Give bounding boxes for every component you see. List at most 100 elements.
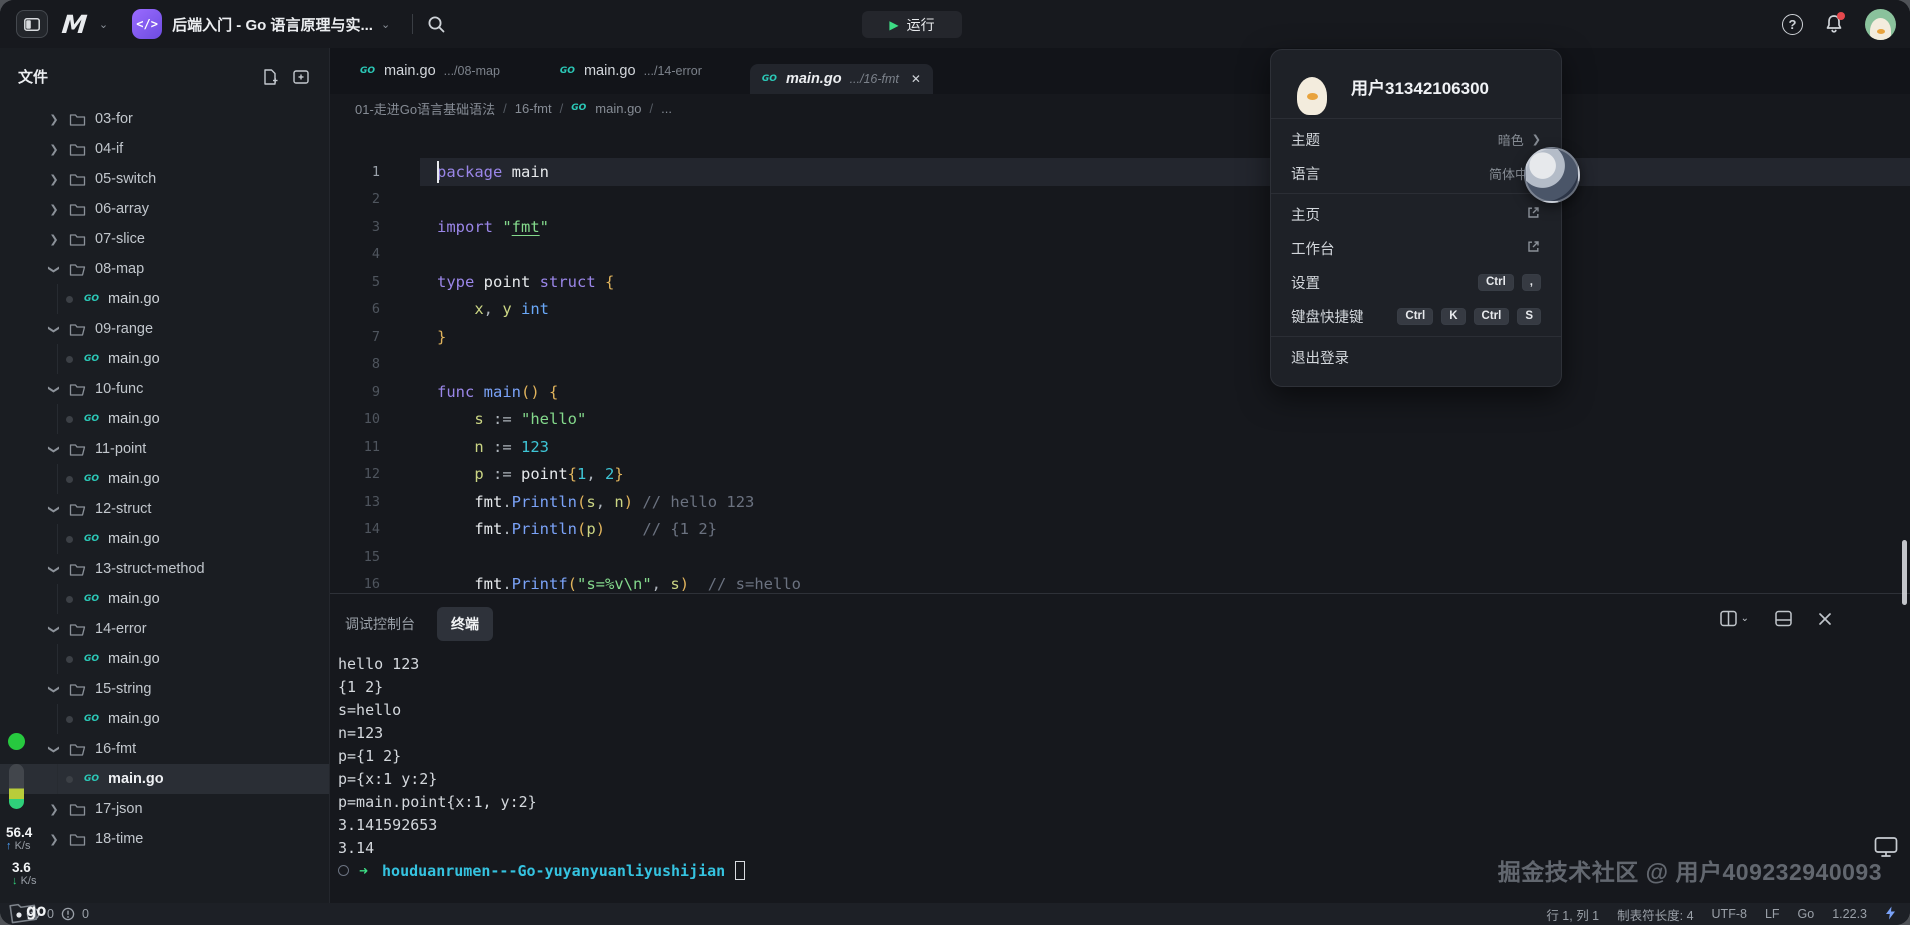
status-item[interactable]: LF (1765, 907, 1780, 921)
marscode-logo[interactable]: M (60, 10, 86, 39)
code-token: Printf (512, 575, 568, 593)
chevron-right-icon[interactable]: ❯ (48, 501, 61, 517)
chevron-right-icon[interactable]: ❯ (48, 381, 61, 397)
chevron-right-icon[interactable]: ❯ (46, 113, 62, 126)
menu-item-语言[interactable]: 语言简体中文 (1271, 156, 1561, 190)
code-token: int (521, 300, 549, 318)
code-editor[interactable]: 1package main23import "fmt"45type point … (330, 122, 1910, 593)
status-item[interactable]: 行 1, 列 1 (1546, 905, 1599, 924)
tree-item-16-fmt[interactable]: ❯16-fmt (0, 734, 329, 764)
scrollbar-thumb[interactable] (1902, 540, 1907, 605)
code-token (437, 465, 474, 483)
chevron-right-icon[interactable]: ❯ (48, 681, 61, 697)
sidebar-toggle-button[interactable] (16, 10, 48, 38)
menu-item-主页[interactable]: 主页 (1271, 197, 1561, 231)
tree-item-main.go[interactable]: GOmain.go (0, 284, 329, 314)
tree-item-15-string[interactable]: ❯15-string (0, 674, 329, 704)
breadcrumb-item[interactable]: GOmain.go (571, 101, 641, 116)
menu-item-主题[interactable]: 主题暗色❯ (1271, 122, 1561, 156)
chevron-down-icon[interactable]: ⌄ (99, 18, 108, 31)
tree-item-main.go[interactable]: GOmain.go (0, 764, 329, 794)
external-link-icon (1526, 205, 1541, 220)
terminal-output[interactable]: hello 123{1 2}s=hellon=123p={1 2}p={x:1 … (338, 648, 1910, 882)
chevron-right-icon[interactable]: ❯ (48, 741, 61, 757)
chevron-right-icon[interactable]: ❯ (48, 321, 61, 337)
monitor-button[interactable] (1872, 833, 1900, 861)
assistant-ball[interactable] (1524, 147, 1580, 203)
tree-item-05-switch[interactable]: ❯05-switch (0, 164, 329, 194)
search-icon[interactable] (427, 15, 446, 34)
warnings-icon[interactable] (61, 907, 75, 921)
code-token: Println (512, 520, 577, 538)
shortcut-key: K (1441, 308, 1465, 325)
tree-item-12-struct[interactable]: ❯12-struct (0, 494, 329, 524)
user-avatar[interactable] (1865, 9, 1896, 40)
chevron-down-icon[interactable]: ⌄ (381, 18, 390, 31)
chevron-right-icon[interactable]: ❯ (46, 203, 62, 216)
panel-layout-icon[interactable] (1775, 610, 1792, 627)
project-title[interactable]: 后端入门 - Go 语言原理与实... (172, 14, 373, 35)
status-item[interactable]: 1.22.3 (1832, 907, 1867, 921)
tree-item-17-json[interactable]: ❯17-json (0, 794, 329, 824)
tree-item-03-for[interactable]: ❯03-for (0, 104, 329, 134)
chevron-right-icon[interactable]: ❯ (48, 261, 61, 277)
status-item[interactable]: UTF-8 (1712, 907, 1747, 921)
tree-item-main.go[interactable]: GOmain.go (0, 464, 329, 494)
breadcrumb-item[interactable]: ... (661, 101, 672, 116)
breadcrumb-item[interactable]: 01-走进Go语言基础语法 (355, 99, 495, 118)
lightning-icon[interactable] (1885, 906, 1896, 923)
chevron-right-icon[interactable]: ❯ (48, 561, 61, 577)
split-terminal-button[interactable]: ⌄ (1720, 610, 1749, 627)
chevron-right-icon[interactable]: ❯ (46, 173, 62, 186)
code-line: 2 (330, 186, 1910, 214)
menu-item-退出登录[interactable]: 退出登录 (1271, 340, 1561, 374)
menu-item-工作台[interactable]: 工作台 (1271, 231, 1561, 265)
chevron-right-icon[interactable]: ❯ (46, 803, 62, 816)
line-content: func main() { (420, 378, 1910, 406)
status-item[interactable]: Go (1798, 907, 1815, 921)
tree-item-08-map[interactable]: ❯08-map (0, 254, 329, 284)
editor-tab[interactable]: GOmain.go.../16-fmt✕ (750, 64, 933, 94)
run-button[interactable]: ▶ 运行 (862, 11, 962, 38)
tab-debug-console[interactable]: 调试控制台 (345, 614, 415, 634)
tree-item-11-point[interactable]: ❯11-point (0, 434, 329, 464)
chevron-right-icon[interactable]: ❯ (48, 441, 61, 457)
editor-tab[interactable]: GOmain.go.../08-map (348, 48, 548, 94)
tab-terminal[interactable]: 终端 (437, 607, 493, 641)
tree-item-14-error[interactable]: ❯14-error (0, 614, 329, 644)
warnings-count[interactable]: 0 (82, 907, 89, 921)
tab-filename: main.go (786, 71, 842, 87)
tree-item-label: 13-struct-method (95, 561, 205, 577)
errors-count[interactable]: 0 (47, 907, 54, 921)
menu-section: 退出登录 (1271, 337, 1561, 377)
notifications-button[interactable] (1823, 13, 1845, 35)
tree-item-10-func[interactable]: ❯10-func (0, 374, 329, 404)
tree-item-09-range[interactable]: ❯09-range (0, 314, 329, 344)
tree-item-main.go[interactable]: GOmain.go (0, 524, 329, 554)
menu-item-设置[interactable]: 设置Ctrl, (1271, 265, 1561, 299)
help-icon[interactable]: ? (1782, 14, 1803, 35)
chevron-right-icon[interactable]: ❯ (46, 143, 62, 156)
new-file-icon[interactable] (261, 68, 279, 86)
close-panel-icon[interactable] (1818, 612, 1832, 626)
tree-item-main.go[interactable]: GOmain.go (0, 404, 329, 434)
editor-tab[interactable]: GOmain.go.../14-error (548, 48, 750, 94)
shortcut-key: , (1522, 274, 1541, 291)
menu-item-right: 暗色❯ (1498, 130, 1541, 149)
tree-item-main.go[interactable]: GOmain.go (0, 584, 329, 614)
new-folder-icon[interactable] (292, 68, 311, 86)
tab-close-icon[interactable]: ✕ (911, 72, 921, 86)
tree-item-13-struct-method[interactable]: ❯ 13-struct-method (0, 554, 329, 584)
tree-item-04-if[interactable]: ❯04-if (0, 134, 329, 164)
tree-item-07-slice[interactable]: ❯07-slice (0, 224, 329, 254)
chevron-right-icon[interactable]: ❯ (48, 621, 61, 637)
status-item[interactable]: 制表符长度: 4 (1617, 905, 1693, 924)
tree-item-06-array[interactable]: ❯06-array (0, 194, 329, 224)
tree-item-main.go[interactable]: GOmain.go (0, 344, 329, 374)
chevron-right-icon[interactable]: ❯ (46, 233, 62, 246)
tree-item-main.go[interactable]: GOmain.go (0, 644, 329, 674)
menu-item-键盘快捷键[interactable]: 键盘快捷键CtrlKCtrlS (1271, 299, 1561, 333)
terminal-cursor[interactable] (735, 861, 745, 880)
tree-item-main.go[interactable]: GOmain.go (0, 704, 329, 734)
breadcrumb-item[interactable]: 16-fmt (515, 101, 552, 116)
